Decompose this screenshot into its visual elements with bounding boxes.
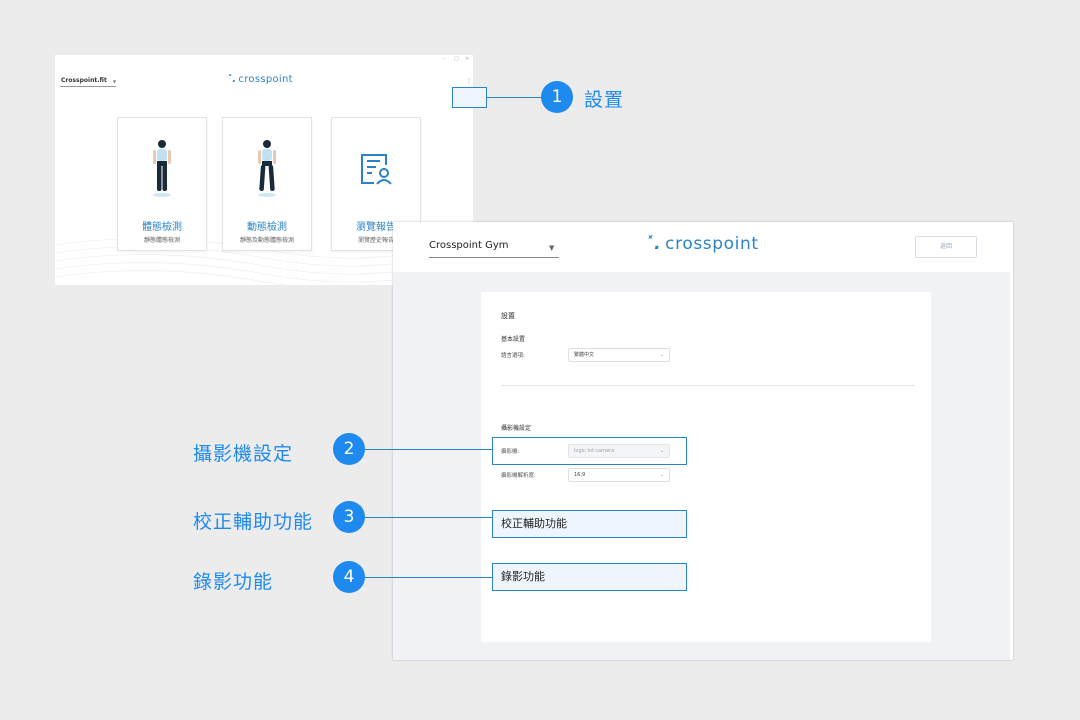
callout-line [365,517,492,518]
settings-menu-highlight[interactable] [452,87,487,108]
section-divider [501,385,915,386]
callout-badge: 3 [333,501,365,533]
logo: ˟. crosspoint [227,74,293,85]
gym-select-underline [60,86,116,87]
resolution-label: 攝影機解析度: [501,473,536,479]
body-figure-icon [153,140,171,197]
callout-badge: 4 [333,561,365,593]
gym-select[interactable]: Crosspoint.fit [61,77,107,84]
dynamic-posture-card[interactable]: 動態檢測 靜態及動態體態檢測 [222,117,312,251]
callout-line [365,577,492,578]
chevron-down-icon: ⌄ [659,352,664,358]
chevron-down-icon[interactable]: ▼ [113,79,116,84]
calibration-label: 校正輔助功能 [501,517,567,530]
resolution-select[interactable]: 16:9 ⌄ [568,468,670,482]
language-select-value: 繁體中文 [574,352,595,358]
callout-badge: 1 [541,81,573,113]
callout-badge: 2 [333,433,365,465]
logo: ˟. crosspoint [645,234,759,254]
logo-text: crosspoint [238,74,293,85]
body-figure-icon [258,140,276,197]
settings-panel: 設置 基本設置 語言選項: 繁體中文 ⌄ 攝影機設定 攝影機: logic hd… [481,292,931,642]
card-title: 動態檢測 [247,222,287,233]
report-icon [361,154,392,185]
recording-option[interactable]: 錄影功能 [492,563,687,591]
panel-title: 設置 [501,312,515,320]
resolution-select-value: 16:9 [574,472,586,478]
language-select[interactable]: 繁體中文 ⌄ [568,348,670,362]
logo-mark-icon: ˟. [645,234,662,254]
settings-header: Crosspoint Gym ▼ ˟. crosspoint 返回 [393,222,1013,272]
callout-label: 攝影機設定 [193,443,294,465]
logo-mark-icon: ˟. [227,74,237,85]
callout-line [365,449,492,450]
minimize-icon[interactable]: – [443,55,446,63]
window-titlebar: – □ × [55,55,473,63]
callout-label: 校正輔助功能 [193,511,314,533]
card-title: 體態檢測 [142,222,182,233]
chevron-down-icon[interactable]: ▼ [549,244,554,252]
language-label: 語言選項: [501,353,525,359]
logo-text: crosspoint [665,234,759,254]
close-icon[interactable]: × [465,55,469,63]
settings-window: Crosspoint Gym ▼ ˟. crosspoint 返回 設置 基本設置… [393,222,1013,660]
gym-select[interactable]: Crosspoint Gym [429,240,509,251]
callout-line [486,97,542,98]
canvas: – □ × Crosspoint.fit ▼ ˟. crosspoint ⋮ 體… [0,0,1080,720]
return-button[interactable]: 返回 [915,236,977,258]
calibration-option[interactable]: 校正輔助功能 [492,510,687,538]
basic-settings-heading: 基本設置 [501,336,526,343]
card-subtitle: 靜態及動態體態檢測 [239,237,294,244]
recording-label: 錄影功能 [501,570,545,583]
card-subtitle: 靜態體態檢測 [143,237,180,244]
static-posture-card[interactable]: 體態檢測 靜態體態檢測 [117,117,207,251]
gym-select-underline [429,257,559,258]
maximize-icon[interactable]: □ [454,55,459,63]
camera-settings-heading: 攝影機設定 [501,425,532,432]
callout-label: 設置 [584,89,625,111]
camera-highlight [492,437,687,465]
window-edge [1010,272,1013,660]
callout-label: 錄影功能 [193,571,274,593]
more-menu-icon[interactable]: ⋮ [466,78,472,85]
chevron-down-icon: ⌄ [659,472,664,478]
